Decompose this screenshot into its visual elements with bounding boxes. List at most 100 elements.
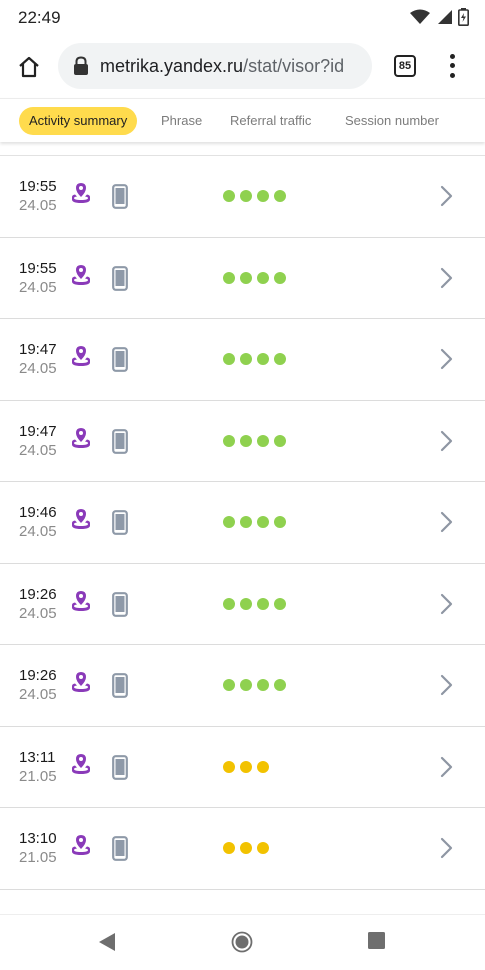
smartphone-icon xyxy=(112,265,128,291)
address-bar[interactable]: metrika.yandex.ru/stat/visor?id xyxy=(58,43,372,89)
session-time: 13:10 xyxy=(19,830,57,847)
chip-referral-traffic[interactable]: Referral traffic xyxy=(230,107,311,135)
url-host: metrika.yandex.ru xyxy=(100,55,244,76)
map-pin-icon xyxy=(71,264,91,287)
activity-dot xyxy=(240,434,252,447)
session-date: 24.05 xyxy=(19,441,57,459)
chevron-right-icon[interactable] xyxy=(438,266,454,290)
activity-dot xyxy=(240,190,252,202)
map-pin-icon xyxy=(71,509,91,531)
smartphone-icon xyxy=(112,428,128,454)
activity-indicator xyxy=(223,190,286,202)
session-row[interactable]: 19:55 24.05 xyxy=(0,238,485,319)
activity-dot xyxy=(240,760,252,773)
activity-dot xyxy=(223,353,235,365)
smartphone-icon xyxy=(112,673,128,698)
chip-phrase[interactable]: Phrase xyxy=(161,107,202,135)
map-pin-icon xyxy=(71,183,91,205)
chevron-right-icon[interactable] xyxy=(438,429,454,453)
session-date: 24.05 xyxy=(19,523,57,540)
session-row[interactable]: 19:55 24.05 xyxy=(0,156,485,238)
activity-dot xyxy=(223,679,235,691)
activity-dot xyxy=(274,434,286,447)
tab-switcher-button[interactable]: 85 xyxy=(394,55,416,77)
activity-dot xyxy=(274,190,286,202)
session-row[interactable]: 11:04 xyxy=(0,890,485,916)
session-time: 19:47 xyxy=(19,341,57,358)
activity-dot xyxy=(223,271,235,284)
map-pin-icon xyxy=(71,672,91,694)
activity-dot xyxy=(223,516,235,528)
activity-dot xyxy=(223,434,235,447)
url-path: /stat/visor?id xyxy=(243,55,345,76)
activity-dot xyxy=(240,271,252,284)
activity-dot xyxy=(257,842,269,854)
chip-session-number[interactable]: Session number xyxy=(345,107,439,135)
activity-dot xyxy=(240,353,252,365)
session-row[interactable]: 13:11 21.05 xyxy=(0,727,485,808)
activity-dot xyxy=(257,679,269,691)
activity-dot xyxy=(223,760,235,773)
chevron-right-icon[interactable] xyxy=(438,836,454,860)
back-icon[interactable] xyxy=(97,931,117,953)
activity-dot xyxy=(274,516,286,528)
smartphone-icon xyxy=(112,591,128,617)
session-time: 19:55 xyxy=(19,259,57,277)
home-button[interactable] xyxy=(14,52,44,82)
session-row[interactable]: 19:47 24.05 xyxy=(0,401,485,482)
activity-dot xyxy=(257,516,269,528)
menu-dot-icon xyxy=(449,72,455,78)
map-pin-icon xyxy=(71,346,91,368)
activity-indicator xyxy=(223,679,286,691)
session-date: 24.05 xyxy=(19,360,57,377)
wifi-icon xyxy=(410,9,430,24)
status-bar: 22:49 xyxy=(0,0,485,34)
menu-button[interactable] xyxy=(440,52,464,80)
activity-dot xyxy=(240,679,252,691)
chip-activity-summary[interactable]: Activity summary xyxy=(19,107,138,135)
session-date: 24.05 xyxy=(19,278,57,296)
activity-indicator xyxy=(223,353,286,365)
activity-dot xyxy=(240,842,252,854)
activity-indicator xyxy=(223,760,269,773)
session-date: 24.05 xyxy=(19,604,57,622)
session-row[interactable]: 19:47 24.05 xyxy=(0,319,485,401)
chevron-right-icon[interactable] xyxy=(438,347,454,371)
activity-dot xyxy=(257,353,269,365)
chevron-right-icon[interactable] xyxy=(438,673,454,697)
map-pin-icon xyxy=(71,753,91,776)
home-nav-icon[interactable] xyxy=(231,931,253,953)
chevron-right-icon[interactable] xyxy=(438,755,454,779)
activity-indicator xyxy=(223,271,286,284)
session-date: 24.05 xyxy=(19,686,57,703)
activity-dot xyxy=(223,842,235,854)
session-row[interactable]: 19:26 24.05 xyxy=(0,645,485,727)
recents-icon[interactable] xyxy=(367,931,387,951)
signal-icon xyxy=(438,10,452,24)
map-pin-icon xyxy=(71,427,91,450)
session-time: 19:55 xyxy=(19,178,57,195)
session-row[interactable]: 19:26 24.05 xyxy=(0,564,485,645)
session-time: 19:47 xyxy=(19,422,57,440)
activity-dot xyxy=(274,271,286,284)
session-time: 19:26 xyxy=(19,667,57,684)
session-time: 13:11 xyxy=(19,748,56,766)
activity-indicator xyxy=(223,434,286,447)
chevron-right-icon[interactable] xyxy=(438,510,454,534)
system-nav-bar xyxy=(0,914,485,970)
session-row[interactable]: 13:10 21.05 xyxy=(0,808,485,890)
browser-toolbar: metrika.yandex.ru/stat/visor?id 85 xyxy=(0,34,485,98)
chevron-right-icon[interactable] xyxy=(438,592,454,616)
activity-dot xyxy=(240,597,252,610)
menu-dot-icon xyxy=(449,54,455,60)
chevron-right-icon[interactable] xyxy=(438,184,454,208)
session-row[interactable]: 19:46 24.05 xyxy=(0,482,485,564)
smartphone-icon xyxy=(112,754,128,780)
status-icons xyxy=(410,8,469,26)
map-pin-icon xyxy=(71,590,91,613)
map-pin-icon xyxy=(71,835,91,857)
session-list: 19:55 24.05 19:55 24.05 19:47 24.05 19:47 24.05… xyxy=(0,155,485,915)
lock-icon xyxy=(74,56,88,75)
smartphone-icon xyxy=(112,347,128,372)
activity-dot xyxy=(240,516,252,528)
